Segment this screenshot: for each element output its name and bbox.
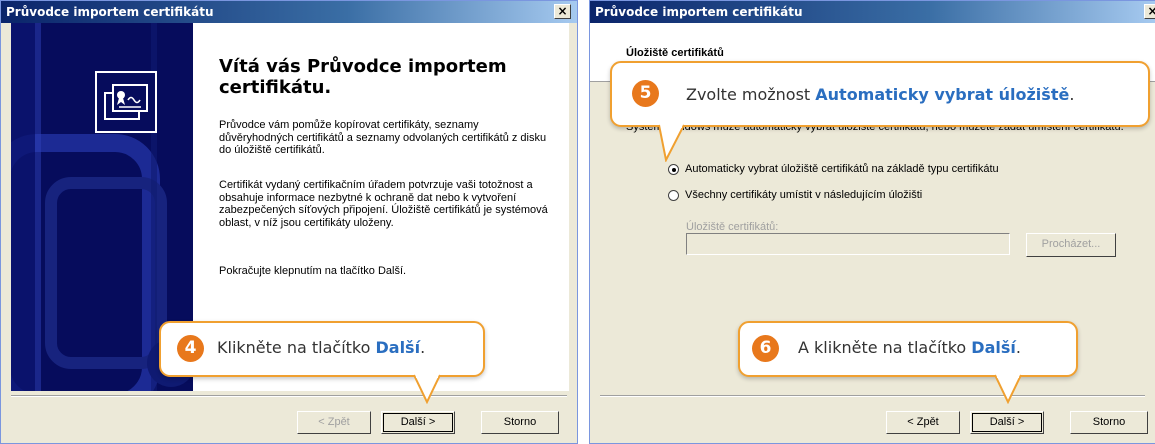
callout-step-5: 5 Zvolte možnost Automaticky vybrat úlož… xyxy=(610,61,1150,127)
radio-button[interactable] xyxy=(668,190,679,201)
info-paragraph: Certifikát vydaný certifikačním úřadem p… xyxy=(219,179,548,229)
callout-pointer xyxy=(658,124,685,162)
certificate-icon xyxy=(95,71,157,133)
next-button[interactable]: Další > xyxy=(970,411,1044,434)
continue-hint: Pokračujte klepnutím na tlačítko Další. xyxy=(219,265,407,277)
callout-text: A klikněte na tlačítko Další. xyxy=(798,338,1021,357)
radio-label: Automaticky vybrat úložiště certifikátů … xyxy=(685,163,999,175)
callout-pointer xyxy=(413,374,441,404)
welcome-heading: Vítá vás Průvodce importem certifikátu. xyxy=(219,56,507,98)
wizard-window-store: Průvodce importem certifikátu × Úložiště… xyxy=(589,0,1155,444)
window-title: Průvodce importem certifikátu xyxy=(590,1,1155,23)
back-button[interactable]: < Zpět xyxy=(886,411,960,434)
radio-button-selected[interactable] xyxy=(668,164,679,175)
cancel-button[interactable]: Storno xyxy=(1070,411,1148,434)
wizard-window-welcome: Průvodce importem certifikátu × Vítá vás… xyxy=(0,0,578,444)
step-number: 5 xyxy=(632,80,659,107)
cancel-button[interactable]: Storno xyxy=(481,411,559,434)
button-separator xyxy=(11,395,567,397)
next-button[interactable]: Další > xyxy=(381,411,455,434)
back-button[interactable]: < Zpět xyxy=(297,411,371,434)
browse-button[interactable]: Procházet... xyxy=(1026,233,1116,257)
store-field-label: Úložiště certifikátů: xyxy=(686,221,779,233)
close-icon[interactable]: × xyxy=(1144,4,1155,19)
callout-step-4: 4 Klikněte na tlačítko Další. xyxy=(159,321,485,377)
callout-text: Klikněte na tlačítko Další. xyxy=(217,338,426,357)
window-title: Průvodce importem certifikátu xyxy=(1,1,577,23)
callout-text: Zvolte možnost Automaticky vybrat úložiš… xyxy=(686,85,1075,104)
page-title: Úložiště certifikátů xyxy=(626,47,724,59)
step-number: 6 xyxy=(752,335,779,362)
callout-step-6: 6 A klikněte na tlačítko Další. xyxy=(738,321,1078,377)
button-separator xyxy=(600,395,1145,397)
close-icon[interactable]: × xyxy=(554,4,571,19)
radio-label: Všechny certifikáty umístit v následujíc… xyxy=(685,189,923,201)
intro-paragraph: Průvodce vám pomůže kopírovat certifikát… xyxy=(219,119,547,156)
callout-pointer xyxy=(994,374,1022,404)
store-input[interactable] xyxy=(686,233,1010,255)
step-number: 4 xyxy=(177,335,204,362)
